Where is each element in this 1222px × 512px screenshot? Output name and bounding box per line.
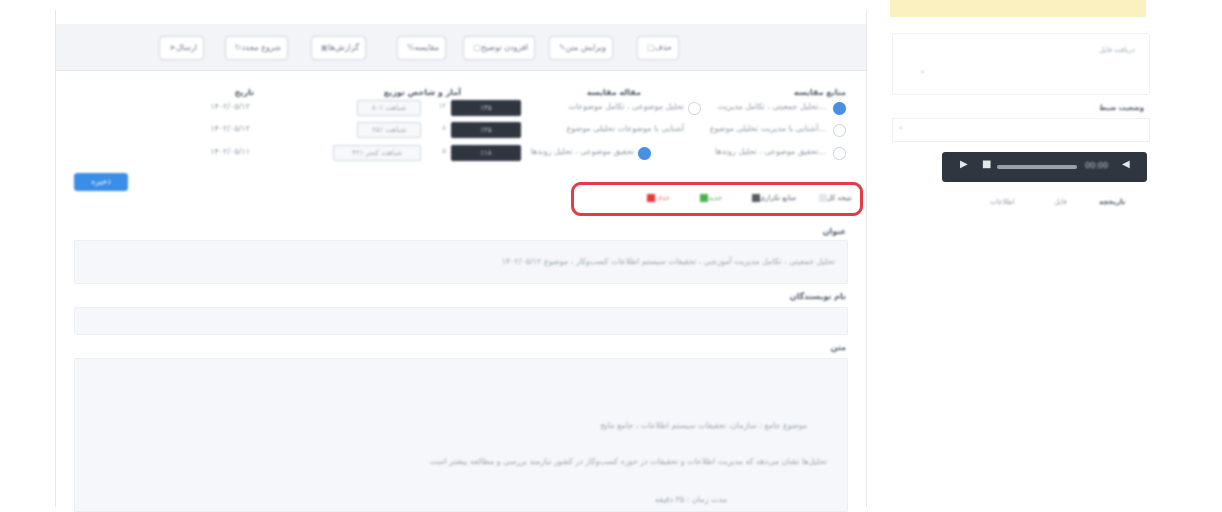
legend-item-duplicate: منابع تکراری [750, 194, 796, 202]
similarity-badge: ۶۵٪ شباهت [357, 122, 421, 138]
legend-highlight: نتیجه کل منابع تکراری جدید حذف [571, 182, 863, 216]
legend-swatch [818, 194, 827, 202]
record-status-field[interactable]: - [892, 118, 1150, 142]
stop-icon[interactable]: ■ [982, 159, 991, 170]
edit-icon: ✎ [558, 43, 566, 52]
trash-icon: □ [647, 43, 655, 52]
restart-button[interactable]: ↻شروع مجدد [224, 36, 288, 60]
legend-item-total: نتیجه کل [817, 194, 852, 202]
file-download-box[interactable]: دریافت فایل - [892, 33, 1150, 95]
player-time: 00:00 [1085, 161, 1109, 170]
title-field[interactable]: تحلیل جمعیتی ، تکامل مدیریت آموزشی ، تحق… [74, 240, 848, 284]
col-header-source: منابع مقایسه [793, 88, 846, 97]
body-label: متن [830, 343, 846, 352]
table-row[interactable]: تحقیق موضوعی ، تحلیل روندها... تحقیق موض… [56, 143, 866, 165]
record-status-label: وضعیت ضبط [1099, 104, 1144, 112]
similarity-tag: ٪۱۸ [451, 145, 521, 161]
authors-label: نام نویسندگان [789, 292, 846, 301]
reports-button[interactable]: ▣گزارش‌ها [310, 36, 366, 60]
seek-bar[interactable] [997, 165, 1077, 169]
row-target-radio[interactable] [688, 102, 701, 115]
col-header-date: تاریخ [234, 88, 254, 97]
row-select-radio[interactable] [833, 124, 846, 137]
file-download-value: - [921, 67, 925, 77]
audio-player[interactable]: ▶ ■ 00:00 ◀ [942, 152, 1147, 182]
similarity-badge: ۴۲٪ شباهت کمتر [333, 145, 421, 161]
send-icon: ➤ [169, 43, 176, 52]
delete-button[interactable]: □حذف [637, 36, 679, 60]
row-select-radio[interactable] [833, 102, 846, 115]
save-button[interactable]: ذخیره [74, 173, 128, 191]
legend-item-new: جدید [698, 194, 722, 202]
edit-text-button[interactable]: ✎ویرایش متن [548, 36, 613, 60]
volume-icon[interactable]: ◀ [1122, 159, 1130, 170]
file-download-title: دریافت فایل [1099, 46, 1135, 54]
legend-swatch [751, 194, 760, 202]
authors-field[interactable] [74, 307, 848, 335]
notice-bar [890, 0, 1146, 17]
compare-button[interactable]: %مقایسه [396, 36, 446, 60]
body-field[interactable]: موضوع جامع : سازمان، تحقیقات سیستم اطلاع… [74, 358, 848, 512]
tab-file[interactable]: فایل [1054, 198, 1067, 206]
percent-icon: % [406, 43, 415, 52]
add-comment-button[interactable]: ▢افزودن توضیح [463, 36, 535, 60]
similarity-tag: ٪۳۵ [451, 100, 521, 116]
send-button[interactable]: ➤ارسال [159, 36, 204, 60]
tab-info[interactable]: اطلاعات [990, 198, 1015, 206]
title-label: عنوان [822, 227, 846, 236]
play-icon[interactable]: ▶ [960, 159, 968, 170]
legend-swatch [646, 194, 655, 202]
action-toolbar: □حذف ✎ویرایش متن ▢افزودن توضیح %مقایسه ▣… [56, 24, 866, 71]
similarity-badge: ۸۰٪ شباهت [357, 100, 421, 116]
table-row[interactable]: آشنایی با مدیریت تحلیلی موضوع... آشنایی … [56, 120, 866, 142]
main-panel: □حذف ✎ویرایش متن ▢افزودن توضیح %مقایسه ▣… [55, 10, 867, 512]
row-target-radio[interactable] [638, 147, 651, 160]
similarity-tag: ٪۲۵ [451, 122, 521, 138]
col-header-stats: آمار و شاخص توزیع [383, 88, 461, 97]
row-select-radio[interactable] [833, 147, 846, 160]
comment-icon: ▢ [473, 43, 481, 52]
legend-item-removed: حذف [645, 194, 670, 202]
table-row[interactable]: تحلیل جمعیتی ، تکامل مدیریت... تحلیل موض… [56, 98, 866, 120]
tab-history[interactable]: تاریخچه [1099, 198, 1125, 206]
col-header-target: مقاله مقایسه [586, 88, 641, 97]
